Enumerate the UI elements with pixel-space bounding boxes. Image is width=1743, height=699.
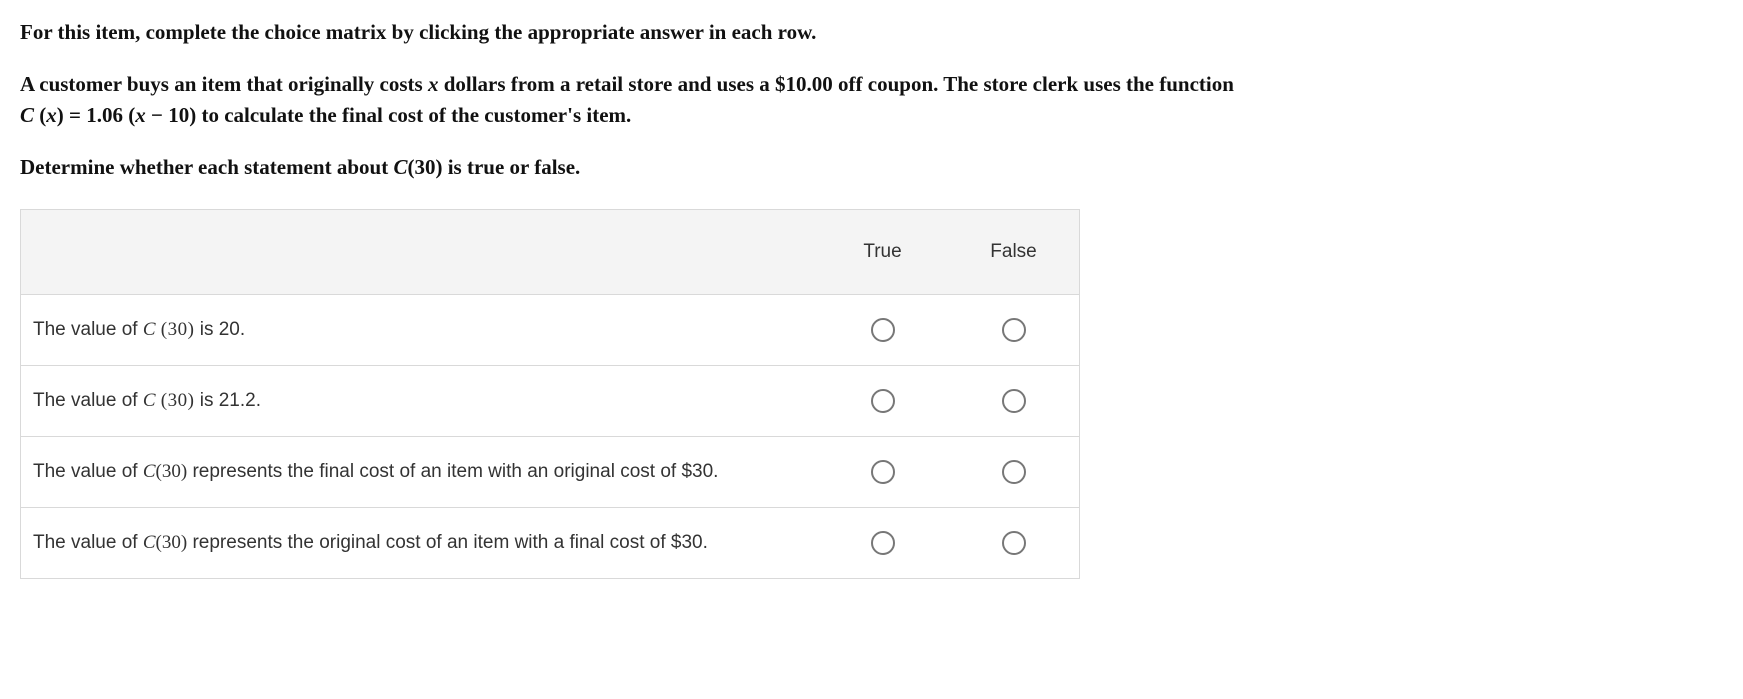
statement-cell: The value of C(30) represents the final … — [21, 437, 818, 508]
radio-cell-false — [948, 508, 1080, 579]
statement-arg: (30) — [156, 319, 195, 340]
statement-C: C — [143, 461, 156, 482]
scenario-part-b: dollars from a retail store and uses a $… — [438, 72, 1233, 96]
question-page: For this item, complete the choice matri… — [0, 0, 1743, 609]
fn-x1: x — [46, 103, 57, 127]
radio-true-0[interactable] — [871, 318, 895, 342]
table-row: The value of C(30) represents the final … — [21, 437, 1080, 508]
table-row: The value of C(30) represents the origin… — [21, 508, 1080, 579]
statement-cell: The value of C (30) is 20. — [21, 295, 818, 366]
radio-cell-false — [948, 366, 1080, 437]
statement-leading: The value of — [33, 461, 143, 482]
radio-true-1[interactable] — [871, 389, 895, 413]
function-definition: C (x) = 1.06 (x − 10) to calculate the f… — [20, 101, 1723, 129]
statement-trailing: is 20. — [194, 319, 245, 340]
fn-paren-close: ) — [57, 103, 69, 127]
scenario-part-a: A customer buys an item that originally … — [20, 72, 428, 96]
radio-cell-false — [948, 295, 1080, 366]
matrix-header-stub — [21, 210, 818, 295]
statement-arg: (30) — [156, 461, 188, 482]
radio-cell-true — [817, 437, 948, 508]
statement-trailing: is 21.2. — [194, 390, 261, 411]
determine-C: C — [393, 155, 407, 179]
radio-false-2[interactable] — [1002, 460, 1026, 484]
table-row: The value of C (30) is 21.2. — [21, 366, 1080, 437]
choice-matrix: True False The value of C (30) is 20. Th… — [20, 209, 1080, 579]
column-header-true: True — [817, 210, 948, 295]
matrix-header-row: True False — [21, 210, 1080, 295]
radio-false-1[interactable] — [1002, 389, 1026, 413]
fn-eq: = 1.06 ( — [69, 103, 135, 127]
statement-trailing: represents the original cost of an item … — [187, 532, 708, 553]
variable-x: x — [428, 72, 439, 96]
radio-cell-true — [817, 508, 948, 579]
radio-cell-true — [817, 366, 948, 437]
determine-a: Determine whether each statement about — [20, 155, 393, 179]
radio-cell-true — [817, 295, 948, 366]
fn-C: C — [20, 103, 34, 127]
statement-C: C — [143, 390, 156, 411]
question-prompt: For this item, complete the choice matri… — [20, 18, 1723, 181]
determine-paren: (30) — [407, 155, 442, 179]
statement-cell: The value of C (30) is 21.2. — [21, 366, 818, 437]
instructions-text: For this item, complete the choice matri… — [20, 18, 1723, 46]
radio-false-0[interactable] — [1002, 318, 1026, 342]
statement-trailing: represents the final cost of an item wit… — [187, 461, 718, 482]
table-row: The value of C (30) is 20. — [21, 295, 1080, 366]
statement-arg: (30) — [156, 390, 195, 411]
fn-paren-open: ( — [34, 103, 46, 127]
statement-leading: The value of — [33, 532, 143, 553]
radio-true-3[interactable] — [871, 531, 895, 555]
column-header-false: False — [948, 210, 1080, 295]
statement-cell: The value of C(30) represents the origin… — [21, 508, 818, 579]
fn-tail: to calculate the final cost of the custo… — [196, 103, 631, 127]
statement-C: C — [143, 532, 156, 553]
statement-arg: (30) — [156, 532, 188, 553]
determine-text: Determine whether each statement about C… — [20, 153, 1723, 181]
statement-C: C — [143, 319, 156, 340]
statement-leading: The value of — [33, 319, 143, 340]
radio-false-3[interactable] — [1002, 531, 1026, 555]
scenario-text: A customer buys an item that originally … — [20, 70, 1723, 98]
statement-leading: The value of — [33, 390, 143, 411]
fn-rhs-rest: − 10) — [146, 103, 196, 127]
determine-b: is true or false. — [442, 155, 580, 179]
radio-true-2[interactable] — [871, 460, 895, 484]
radio-cell-false — [948, 437, 1080, 508]
fn-x2: x — [135, 103, 146, 127]
